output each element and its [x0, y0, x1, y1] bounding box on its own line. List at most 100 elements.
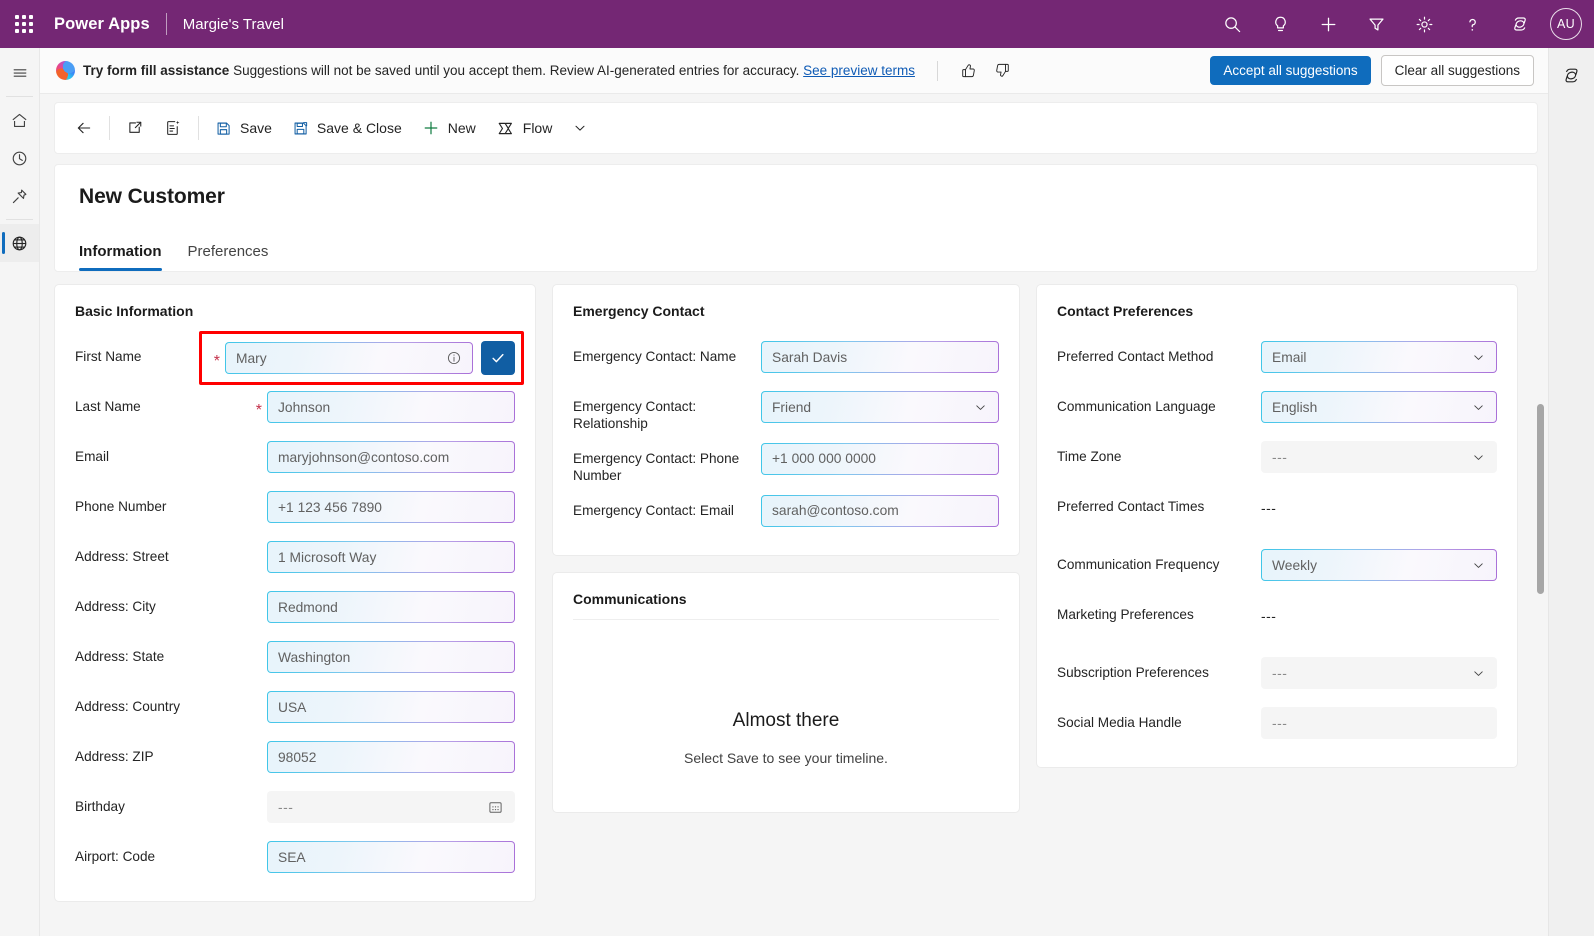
flow-button[interactable]: Flow: [486, 110, 563, 146]
avatar[interactable]: AU: [1550, 8, 1582, 40]
field-label: Subscription Preferences: [1057, 657, 1209, 681]
field-value: ---: [1261, 599, 1497, 624]
field-value: ---: [1272, 450, 1287, 465]
field-value: ---: [278, 800, 293, 815]
open-in-new-window-button[interactable]: [116, 110, 154, 146]
chevron-down-icon[interactable]: [1471, 558, 1486, 573]
field-control: Redmond: [267, 591, 515, 623]
hamburger-menu-icon[interactable]: [0, 54, 39, 92]
address-country-input[interactable]: USA: [267, 691, 515, 723]
emergency-contact-phone-input[interactable]: +1 000 000 0000: [761, 443, 999, 475]
copilot-icon[interactable]: [1496, 0, 1544, 48]
calendar-icon[interactable]: [487, 799, 504, 816]
marketing-preferences-value-wrap[interactable]: ---: [1261, 599, 1497, 624]
filter-icon[interactable]: [1352, 0, 1400, 48]
phone-number-input[interactable]: +1 123 456 7890: [267, 491, 515, 523]
time-zone-select[interactable]: ---: [1261, 441, 1497, 473]
chevron-down-icon[interactable]: [1471, 666, 1486, 681]
birthday-input[interactable]: ---: [267, 791, 515, 823]
communication-frequency-select[interactable]: Weekly: [1261, 549, 1497, 581]
rail-divider: [6, 96, 33, 97]
emergency-contact-email-input[interactable]: sarah@contoso.com: [761, 495, 999, 527]
accept-all-suggestions-button[interactable]: Accept all suggestions: [1210, 56, 1370, 85]
new-button[interactable]: New: [412, 110, 486, 146]
email-input[interactable]: maryjohnson@contoso.com: [267, 441, 515, 473]
thumbs-up-icon[interactable]: [956, 58, 982, 84]
field-label: Social Media Handle: [1057, 707, 1182, 731]
field-label: Birthday: [75, 791, 125, 815]
scrollbar-thumb[interactable]: [1537, 404, 1544, 594]
airport-code-input[interactable]: SEA: [267, 841, 515, 873]
field-value: Email: [1272, 350, 1307, 365]
field-value: Washington: [278, 650, 350, 665]
address-street-input[interactable]: 1 Microsoft Way: [267, 541, 515, 573]
thumbs-down-icon[interactable]: [990, 58, 1016, 84]
ai-banner-actions: Accept all suggestions Clear all suggest…: [1210, 55, 1534, 86]
social-media-handle-input[interactable]: ---: [1261, 707, 1497, 739]
app-header: Power Apps Margie's Travel AU: [0, 0, 1594, 48]
sidebar-item-recent[interactable]: [0, 139, 39, 177]
info-icon[interactable]: [446, 350, 462, 366]
subscription-preferences-select[interactable]: ---: [1261, 657, 1497, 689]
address-zip-input[interactable]: 98052: [267, 741, 515, 773]
field-first-name: First Name * Mary: [75, 331, 515, 381]
waffle-icon[interactable]: [0, 0, 48, 48]
field-label: First Name: [75, 341, 141, 365]
first-name-input[interactable]: Mary: [225, 342, 473, 374]
field-value: +1 000 000 0000: [772, 451, 876, 466]
preferred-contact-method-select[interactable]: Email: [1261, 341, 1497, 373]
back-button[interactable]: [65, 110, 103, 146]
emergency-contact-relationship-select[interactable]: Friend: [761, 391, 999, 423]
tab-preferences[interactable]: Preferences: [188, 243, 269, 271]
preview-terms-link[interactable]: See preview terms: [803, 63, 915, 78]
chevron-down-icon[interactable]: [562, 110, 598, 146]
field-control: Email: [1261, 341, 1497, 373]
address-state-input[interactable]: Washington: [267, 641, 515, 673]
tab-information[interactable]: Information: [79, 243, 162, 271]
accept-suggestion-button[interactable]: [481, 341, 515, 375]
copilot-icon[interactable]: [1553, 56, 1591, 94]
emergency-contact-name-input[interactable]: Sarah Davis: [761, 341, 999, 373]
gear-icon[interactable]: [1400, 0, 1448, 48]
field-communication-frequency: Communication Frequency Weekly: [1057, 539, 1497, 589]
field-label: Airport: Code: [75, 841, 155, 865]
preferred-contact-times-value-wrap[interactable]: ---: [1261, 491, 1497, 516]
field-marketing-preferences: Marketing Preferences ---: [1057, 589, 1497, 647]
field-value: ---: [1272, 666, 1287, 681]
chevron-down-icon[interactable]: [1471, 350, 1486, 365]
lightbulb-icon[interactable]: [1256, 0, 1304, 48]
new-label: New: [448, 120, 476, 136]
communication-language-select[interactable]: English: [1261, 391, 1497, 423]
emergency-contact-title: Emergency Contact: [573, 303, 999, 331]
timeline-empty-state: Almost there Select Save to see your tim…: [573, 624, 999, 792]
chevron-down-icon[interactable]: [1471, 400, 1486, 415]
field-value: sarah@contoso.com: [772, 503, 899, 518]
field-label: Address: ZIP: [75, 741, 154, 765]
field-address-city: Address: City Redmond: [75, 581, 515, 631]
save-and-close-button[interactable]: Save & Close: [282, 110, 412, 146]
add-icon[interactable]: [1304, 0, 1352, 48]
field-emergency-contact-relationship: Emergency Contact: Relationship Friend: [573, 381, 999, 433]
field-label: Preferred Contact Method: [1057, 341, 1213, 365]
field-address-zip: Address: ZIP 98052: [75, 731, 515, 781]
address-city-input[interactable]: Redmond: [267, 591, 515, 623]
sidebar-item-pinned[interactable]: [0, 177, 39, 215]
save-button[interactable]: Save: [205, 110, 282, 146]
field-control: Weekly: [1261, 549, 1497, 581]
sidebar-item-customers[interactable]: [0, 224, 39, 262]
field-label: Emergency Contact: Email: [573, 495, 734, 519]
help-icon[interactable]: [1448, 0, 1496, 48]
last-name-input[interactable]: Johnson: [267, 391, 515, 423]
chevron-down-icon[interactable]: [1471, 450, 1486, 465]
chevron-down-icon[interactable]: [973, 400, 988, 415]
form-fill-assist-button[interactable]: [154, 110, 192, 146]
field-value: Sarah Davis: [772, 350, 847, 365]
search-icon[interactable]: [1208, 0, 1256, 48]
clear-all-suggestions-button[interactable]: Clear all suggestions: [1381, 55, 1534, 86]
vertical-scrollbar[interactable]: [1535, 404, 1545, 936]
field-value: 98052: [278, 750, 316, 765]
sidebar-item-home[interactable]: [0, 101, 39, 139]
field-emergency-contact-name: Emergency Contact: Name Sarah Davis: [573, 331, 999, 381]
field-label: Time Zone: [1057, 441, 1121, 465]
empty-state-title: Almost there: [573, 710, 999, 732]
